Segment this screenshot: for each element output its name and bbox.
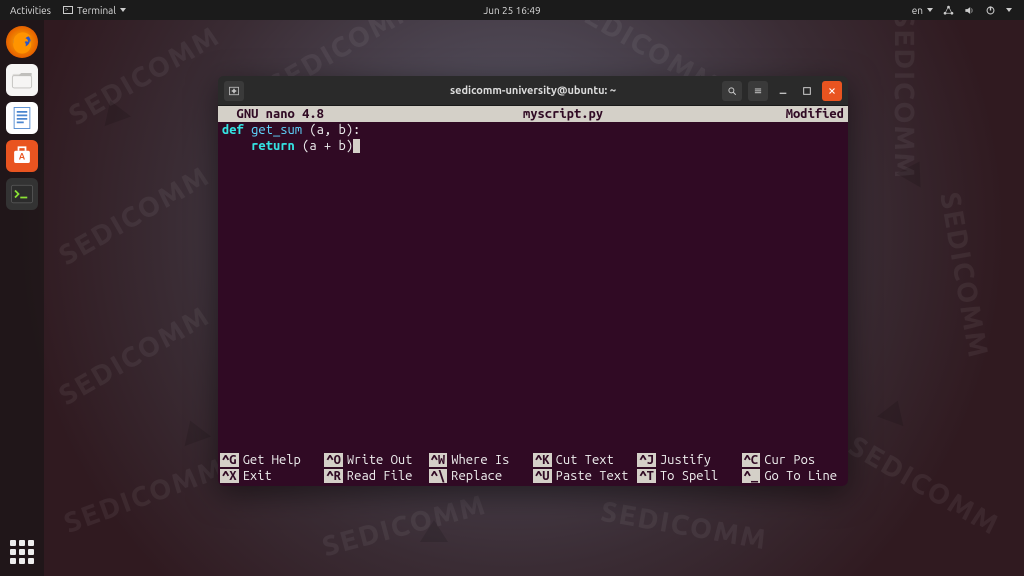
show-applications-button[interactable] (10, 540, 34, 564)
gnome-topbar: Activities Terminal Jun 25 16:49 en (0, 0, 1024, 20)
window-title: sedicomm-university@ubuntu: ~ (450, 85, 616, 97)
chevron-down-icon (1006, 8, 1012, 12)
window-titlebar[interactable]: sedicomm-university@ubuntu: ~ (218, 76, 848, 106)
search-button[interactable] (722, 81, 742, 101)
document-launcher[interactable] (6, 102, 38, 134)
nano-editor[interactable]: GNU nano 4.8 myscript.py Modified def ge… (218, 106, 848, 486)
files-launcher[interactable] (6, 64, 38, 96)
network-icon[interactable] (943, 5, 954, 16)
terminal-launcher[interactable] (6, 178, 38, 210)
nano-shortcut-bar: ^GGet Help ^OWrite Out ^WWhere Is ^KCut … (218, 452, 848, 486)
maximize-button[interactable] (798, 82, 816, 100)
firefox-launcher[interactable] (6, 26, 38, 58)
dock: A (0, 20, 44, 576)
svg-text:A: A (19, 152, 26, 162)
terminal-menu-label: Terminal (77, 5, 116, 16)
activities-label: Activities (10, 5, 51, 16)
power-icon[interactable] (985, 5, 996, 16)
hamburger-menu-button[interactable] (748, 81, 768, 101)
close-button[interactable] (822, 81, 842, 101)
chevron-down-icon (927, 8, 933, 12)
input-source-indicator[interactable]: en (912, 5, 933, 16)
cursor (353, 139, 360, 153)
activities-button[interactable]: Activities (10, 5, 51, 16)
terminal-icon (63, 6, 73, 14)
chevron-down-icon (120, 8, 126, 12)
terminal-window: sedicomm-university@ubuntu: ~ GNU nano 4… (218, 76, 848, 486)
clock[interactable]: Jun 25 16:49 (483, 5, 540, 16)
nano-filename: myscript.py (382, 106, 744, 122)
nano-status: Modified (744, 106, 844, 122)
software-launcher[interactable]: A (6, 140, 38, 172)
nano-version: GNU nano 4.8 (222, 106, 382, 122)
datetime-label: Jun 25 16:49 (483, 5, 540, 16)
lang-label: en (912, 5, 923, 16)
minimize-button[interactable] (774, 82, 792, 100)
new-tab-button[interactable] (224, 81, 244, 101)
nano-header: GNU nano 4.8 myscript.py Modified (218, 106, 848, 122)
nano-text-area[interactable]: def get_sum (a, b): return (a + b) (218, 122, 848, 452)
terminal-app-menu[interactable]: Terminal (63, 5, 126, 16)
volume-icon[interactable] (964, 5, 975, 16)
